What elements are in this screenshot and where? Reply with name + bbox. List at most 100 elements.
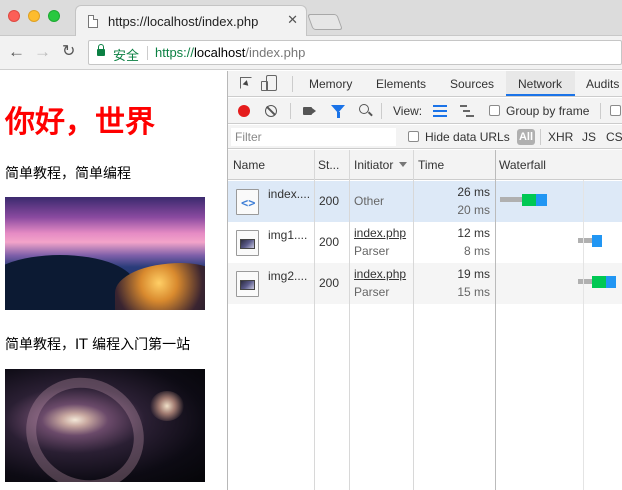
tab-close-icon[interactable]: ✕ [287, 12, 298, 28]
url-host: localhost [194, 45, 246, 60]
request-initiator-link[interactable]: index.php [354, 226, 406, 240]
column-header-status[interactable]: St... [318, 158, 339, 172]
view-label: View: [393, 104, 423, 118]
group-by-frame-label: Group by frame [506, 104, 590, 118]
filter-all-button[interactable]: All [517, 129, 535, 145]
browser-tab[interactable]: https://localhost/index.php ✕ [75, 5, 307, 37]
toolbar-divider [290, 103, 291, 119]
page-heading: 你好，世界 [5, 105, 155, 140]
request-status: 200 [319, 276, 340, 290]
url-text[interactable]: https://localhost/index.php [155, 45, 305, 60]
page-paragraph-1: 简单教程，简单编程 [5, 166, 131, 182]
navigation-bar: ← → ↻ 安全 https://localhost/index.php [0, 36, 622, 70]
request-initiator-link[interactable]: index.php [354, 267, 406, 281]
device-toolbar-icon[interactable] [261, 75, 277, 91]
preserve-log-checkbox[interactable] [610, 105, 621, 116]
back-arrow-icon[interactable]: ← [8, 43, 25, 61]
waterfall-waiting-bar [522, 194, 536, 206]
column-divider [314, 150, 315, 490]
waterfall-queued-bar [578, 238, 592, 243]
url-path: /index.php [245, 45, 306, 60]
table-row[interactable]: <> index.... 200 Other 26 ms 20 ms [228, 181, 622, 222]
column-header-name[interactable]: Name [233, 158, 265, 172]
large-rows-icon[interactable] [433, 105, 447, 117]
toolbar-divider [381, 103, 382, 119]
column-divider [349, 150, 350, 490]
request-latency: 8 ms [463, 244, 490, 258]
waterfall-download-bar [592, 235, 602, 247]
hide-data-urls-checkbox[interactable] [408, 131, 419, 142]
overview-icon[interactable] [460, 105, 474, 117]
column-divider [413, 150, 414, 490]
close-window-button[interactable] [8, 10, 20, 22]
minimize-window-button[interactable] [28, 10, 40, 22]
filter-bar: Hide data URLs All XHR JS CS [228, 125, 622, 149]
request-status: 200 [319, 194, 340, 208]
tab-title: https://localhost/index.php [108, 14, 259, 29]
group-by-frame-checkbox[interactable] [489, 105, 500, 116]
network-request-table: Name St... Initiator Time Waterfall <> i… [228, 150, 622, 490]
page-viewport: 你好，世界 简单教程，简单编程 简单教程，IT 编程入门第一站 [0, 71, 227, 490]
request-name[interactable]: index.... [268, 187, 310, 201]
tab-divider [292, 76, 293, 92]
column-divider[interactable] [495, 150, 496, 490]
window-titlebar: https://localhost/index.php ✕ [0, 0, 622, 37]
new-tab-button[interactable] [307, 14, 343, 30]
filter-js-button[interactable]: JS [582, 130, 596, 144]
waterfall-download-bar [606, 276, 616, 288]
request-name[interactable]: img2.... [268, 269, 307, 283]
waterfall-queued-bar [578, 279, 592, 284]
request-name[interactable]: img1.... [268, 228, 307, 242]
waterfall-download-bar [536, 194, 547, 206]
request-initiator-type: Parser [354, 285, 390, 299]
capture-screenshots-icon[interactable] [303, 107, 316, 115]
tab-memory[interactable]: Memory [309, 77, 352, 91]
inspect-element-icon[interactable] [240, 77, 252, 89]
page-paragraph-2: 简单教程，IT 编程入门第一站 [5, 337, 191, 353]
secure-label[interactable]: 安全 [113, 45, 139, 64]
address-bar[interactable]: 安全 https://localhost/index.php [88, 40, 622, 65]
request-time: 19 ms [457, 267, 490, 281]
search-icon[interactable] [359, 104, 369, 114]
tab-network[interactable]: Network [518, 77, 562, 91]
column-header-waterfall[interactable]: Waterfall [499, 158, 546, 172]
toolbar-divider [600, 103, 601, 119]
document-icon: <> [236, 189, 259, 215]
coastal-night-image [5, 197, 205, 310]
devtools-panel: Memory Elements Sources Network Audits V… [227, 71, 622, 490]
filter-icon[interactable] [331, 105, 345, 118]
galaxy-image [5, 369, 205, 482]
url-scheme: https:// [155, 45, 195, 60]
clear-icon[interactable] [265, 105, 277, 117]
network-toolbar: View: Group by frame [228, 98, 622, 124]
filter-input[interactable] [231, 128, 396, 146]
devtools-tab-bar: Memory Elements Sources Network Audits [228, 71, 622, 97]
tab-audits[interactable]: Audits [586, 77, 619, 91]
request-latency: 15 ms [457, 285, 490, 299]
request-time: 12 ms [457, 226, 490, 240]
waterfall-queued-bar [500, 197, 522, 202]
column-header-time[interactable]: Time [418, 158, 444, 172]
column-header-initiator[interactable]: Initiator [354, 158, 393, 172]
image-icon [236, 230, 259, 256]
maximize-window-button[interactable] [48, 10, 60, 22]
forward-arrow-icon[interactable]: → [34, 43, 51, 61]
table-row[interactable]: img2.... 200 index.php Parser 19 ms 15 m… [228, 263, 622, 304]
tab-elements[interactable]: Elements [376, 77, 426, 91]
record-icon[interactable] [238, 105, 250, 117]
filter-xhr-button[interactable]: XHR [548, 130, 573, 144]
tab-sources[interactable]: Sources [450, 77, 494, 91]
lock-icon[interactable] [97, 44, 105, 56]
request-latency: 20 ms [457, 203, 490, 217]
filter-divider [540, 129, 541, 145]
active-tab-indicator [506, 94, 575, 96]
reload-icon[interactable]: ↻ [62, 43, 75, 61]
image-icon [236, 271, 259, 297]
hide-data-urls-label: Hide data URLs [425, 130, 510, 144]
request-initiator: Other [354, 194, 385, 208]
waterfall-gridline [583, 180, 584, 490]
filter-css-button[interactable]: CS [606, 130, 622, 144]
table-row[interactable]: img1.... 200 index.php Parser 12 ms 8 ms [228, 222, 622, 263]
omnibox-divider [147, 46, 148, 60]
request-time: 26 ms [457, 185, 490, 199]
